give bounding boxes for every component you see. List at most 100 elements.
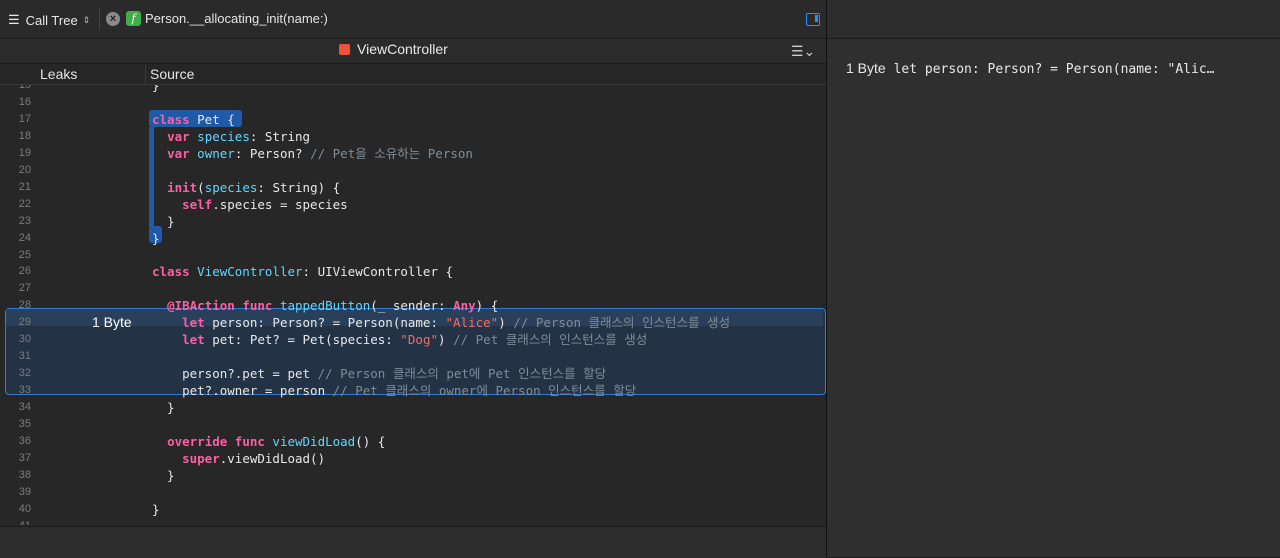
code-text: } (152, 213, 175, 230)
line-number: 36 (18, 434, 31, 447)
code-line[interactable]: 19 var owner: Person? // Pet을 소유하는 Perso… (0, 145, 826, 162)
code-line[interactable]: 28 @IBAction func tappedButton(_ sender:… (0, 297, 826, 314)
leak-size: 1 Byte (846, 60, 886, 76)
code-line[interactable]: 33 pet?.owner = person // Pet 클래스의 owner… (0, 382, 826, 399)
code-line[interactable]: 18 var species: String (0, 128, 826, 145)
code-line[interactable]: 22 self.species = species (0, 196, 826, 213)
code-token: person: Person? = Person(name: (212, 315, 446, 331)
function-breadcrumb[interactable]: Person.__allocating_init(name:) (145, 11, 328, 26)
code-text: super.viewDidLoad() (152, 450, 325, 467)
swift-file-icon (339, 44, 350, 55)
code-token: let (182, 332, 213, 348)
code-token: .viewDidLoad() (219, 450, 326, 466)
code-line[interactable]: 34 } (0, 399, 826, 416)
line-number: 27 (18, 282, 31, 295)
instruments-toolbar: ☰ Call Tree ⇕ × f Person.__allocating_in… (0, 0, 826, 39)
line-number: 38 (18, 468, 31, 481)
code-token: init (167, 179, 198, 195)
code-line[interactable]: 32 person?.pet = pet // Person 클래스의 pet에… (0, 365, 826, 382)
code-token: pet: Pet? = Pet(species: (212, 332, 401, 348)
code-line[interactable]: 23 } (0, 213, 826, 230)
code-token: } (152, 501, 160, 517)
code-text: let person: Person? = Person(name: "Alic… (152, 314, 730, 331)
code-line[interactable]: 38 } (0, 467, 826, 484)
source-column-header[interactable]: Source (150, 66, 194, 82)
code-line[interactable]: 20 (0, 162, 826, 179)
code-text: } (152, 85, 160, 94)
code-token: species (204, 179, 258, 195)
code-text: var owner: Person? // Pet을 소유하는 Person (152, 145, 473, 162)
code-line[interactable]: 16 (0, 94, 826, 111)
code-line[interactable]: 17 class Pet { (0, 111, 826, 128)
code-token: pet?.owner = person (152, 383, 333, 399)
chevron-updown-icon: ⇕ (82, 14, 91, 25)
editor-options-icon[interactable]: ☰⌄ (791, 43, 815, 60)
code-token: class (152, 264, 198, 280)
code-token: : String) { (257, 179, 341, 195)
call-tree-label: Call Tree (25, 12, 78, 28)
code-token: species (197, 128, 250, 144)
line-number: 21 (18, 180, 31, 193)
code-token: let (182, 315, 213, 331)
code-token: } (152, 85, 160, 93)
code-token: .species = species (212, 196, 348, 212)
code-token: ViewController (197, 264, 303, 280)
code-line[interactable]: 35 (0, 416, 826, 433)
code-text: init(species: String) { (152, 179, 340, 196)
code-token: } (152, 230, 160, 246)
code-token: // Pet 클래스의 owner에 Person 인스턴스를 할당 (332, 383, 637, 399)
code-line[interactable]: 31 (0, 348, 826, 365)
detail-toolbar (827, 0, 1280, 39)
code-token: // Person 클래스의 인스턴스를 생성 (513, 315, 731, 331)
source-code-view[interactable]: 15} 16 17 class Pet {18 var species: String… (0, 85, 826, 525)
leaks-column-header[interactable]: Leaks (40, 66, 77, 82)
line-number: 39 (18, 485, 31, 498)
code-line[interactable]: 36 override func viewDidLoad() { (0, 433, 826, 450)
editor-title-bar: ViewController ☰⌄ (0, 39, 826, 64)
line-number: 33 (18, 384, 31, 397)
code-line[interactable]: 37 super.viewDidLoad() (0, 450, 826, 467)
code-token: override func (167, 433, 273, 449)
code-token: self (182, 196, 213, 212)
column-header: Leaks Source (0, 64, 826, 85)
code-token: var (167, 128, 198, 144)
code-line[interactable]: 27 (0, 280, 826, 297)
code-line[interactable]: 41 (0, 518, 826, 525)
code-token: () { (355, 433, 386, 449)
code-line[interactable]: 29 1 Byte let person: Person? = Person(na… (0, 314, 826, 331)
line-number: 23 (18, 214, 31, 227)
code-line[interactable]: 39 (0, 484, 826, 501)
code-text: var species: String (152, 128, 310, 145)
code-token: : String (249, 128, 311, 144)
detail-panel (827, 0, 1280, 557)
sidebar-toggle-icon[interactable] (806, 13, 820, 26)
leak-detail-row[interactable]: 1 Byte let person: Person? = Person(name… (846, 60, 1215, 77)
line-number: 18 (18, 129, 31, 142)
code-line[interactable]: 30 let pet: Pet? = Pet(species: "Dog") /… (0, 331, 826, 348)
code-text: self.species = species (152, 196, 348, 213)
code-line[interactable]: 24} (0, 230, 826, 247)
line-number: 29 (18, 316, 31, 329)
code-line[interactable]: 40} (0, 501, 826, 518)
line-number: 24 (18, 231, 31, 244)
code-line[interactable]: 26 class ViewController: UIViewController… (0, 263, 826, 280)
call-tree-menu[interactable]: ☰ Call Tree ⇕ (8, 11, 90, 29)
code-text: } (152, 399, 175, 416)
code-line[interactable]: 25 (0, 247, 826, 264)
code-token: tappedButton (279, 298, 371, 314)
code-token: ) (498, 315, 514, 331)
code-text: } (152, 467, 175, 484)
code-text: class ViewController: UIViewController { (152, 263, 453, 280)
code-text: person?.pet = pet // Person 클래스의 pet에 Pe… (152, 365, 606, 382)
code-line[interactable]: 15} (0, 85, 826, 94)
line-number: 30 (18, 333, 31, 346)
code-line[interactable]: 21 init(species: String) { (0, 179, 826, 196)
column-divider[interactable] (145, 64, 146, 84)
close-icon[interactable]: × (106, 12, 120, 26)
